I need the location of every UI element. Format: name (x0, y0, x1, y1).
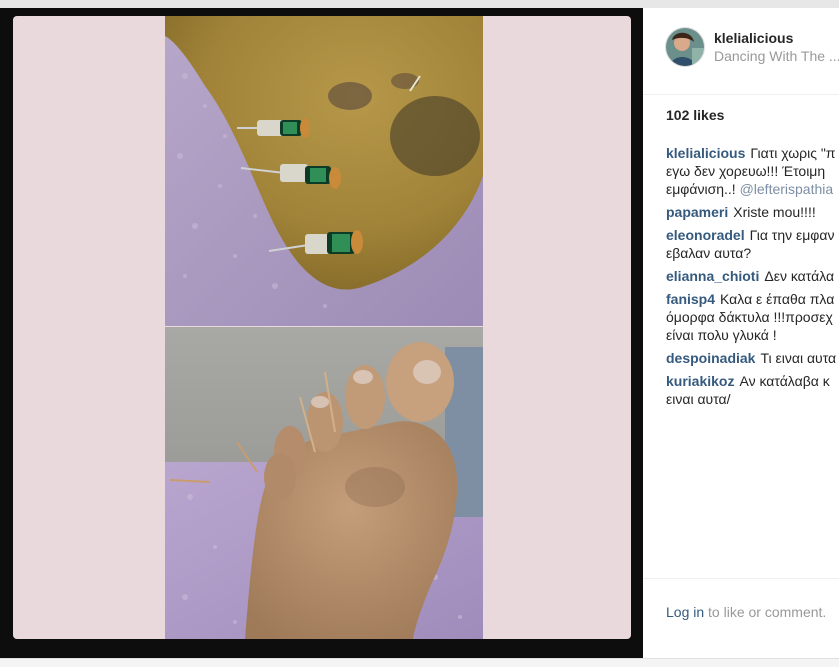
profile-avatar-icon[interactable] (665, 27, 705, 67)
comment-text: Για την εμφαν (749, 227, 835, 243)
comment-text: Καλα ε έπαθα πλα (720, 291, 835, 307)
comment-item: elianna_chioti Δεν κατάλα (666, 267, 839, 285)
comment-text: Αν κατάλαβα κ (739, 373, 830, 389)
post-location[interactable]: Dancing With The ... (714, 48, 839, 64)
comment-text: Δεν κατάλα (764, 268, 835, 284)
post-footer: Log in to like or comment. (643, 578, 839, 658)
likes-count[interactable]: 102 likes (666, 107, 724, 123)
login-prompt-text: to like or comment. (704, 604, 827, 620)
caption: klelialicious Γιατι χωρις "π εγω δεν χορε… (666, 144, 839, 198)
comment-text: όμορφα δάκτυλα !!!προσεχ (666, 309, 833, 325)
comment-username[interactable]: fanisp4 (666, 291, 715, 307)
comment-text: είναι πολυ γλυκά ! (666, 327, 777, 343)
comment-item: kuriakikoz Αν κατάλαβα κ ειναι αυτα/ (666, 372, 839, 408)
post-username[interactable]: klelialicious (714, 30, 793, 46)
comment-item: eleonoradel Για την εμφαν εβαλαν αυτα? (666, 226, 839, 262)
comment-item: despoinadiak Τι ειναι αυτα (666, 349, 839, 367)
caption-username[interactable]: klelialicious (666, 145, 745, 161)
post-photo[interactable] (13, 16, 631, 639)
photo-leg-needles (165, 16, 483, 326)
comment-username[interactable]: eleonoradel (666, 227, 745, 243)
comment-username[interactable]: kuriakikoz (666, 373, 734, 389)
post-header: klelialicious Dancing With The ... (643, 8, 839, 95)
comment-username[interactable]: papameri (666, 204, 728, 220)
instagram-post-page: klelialicious Dancing With The ... 102 l… (0, 0, 839, 667)
caption-text-line-1: Γιατι χωρις "π (750, 145, 836, 161)
login-link[interactable]: Log in (666, 604, 704, 620)
comment-text: Xriste mou!!!! (733, 204, 816, 220)
comment-text: ειναι αυτα/ (666, 391, 731, 407)
comment-text: Τι ειναι αυτα (760, 350, 837, 366)
caption-mention-link[interactable]: @lefterispathia (740, 181, 834, 197)
comment-item: papameri Xriste mou!!!! (666, 203, 839, 221)
comment-username[interactable]: elianna_chioti (666, 268, 759, 284)
caption-text-line-2: εγω δεν χορευω!!! Έτοιμη (666, 163, 826, 179)
photo-panel (0, 8, 643, 658)
caption-text-line-3: εμφάνιση..! (666, 181, 740, 197)
login-prompt: Log in to like or comment. (666, 604, 826, 620)
comment-item: fanisp4 Καλα ε έπαθα πλα όμορφα δάκτυλα !… (666, 290, 839, 344)
photo-foot-needles (165, 327, 483, 639)
comment-text: εβαλαν αυτα? (666, 245, 752, 261)
comment-username[interactable]: despoinadiak (666, 350, 755, 366)
post-sidebar: klelialicious Dancing With The ... 102 l… (643, 8, 839, 658)
comments-list: klelialicious Γιατι χωρις "π εγω δεν χορε… (666, 144, 839, 413)
top-browser-strip (0, 0, 839, 8)
